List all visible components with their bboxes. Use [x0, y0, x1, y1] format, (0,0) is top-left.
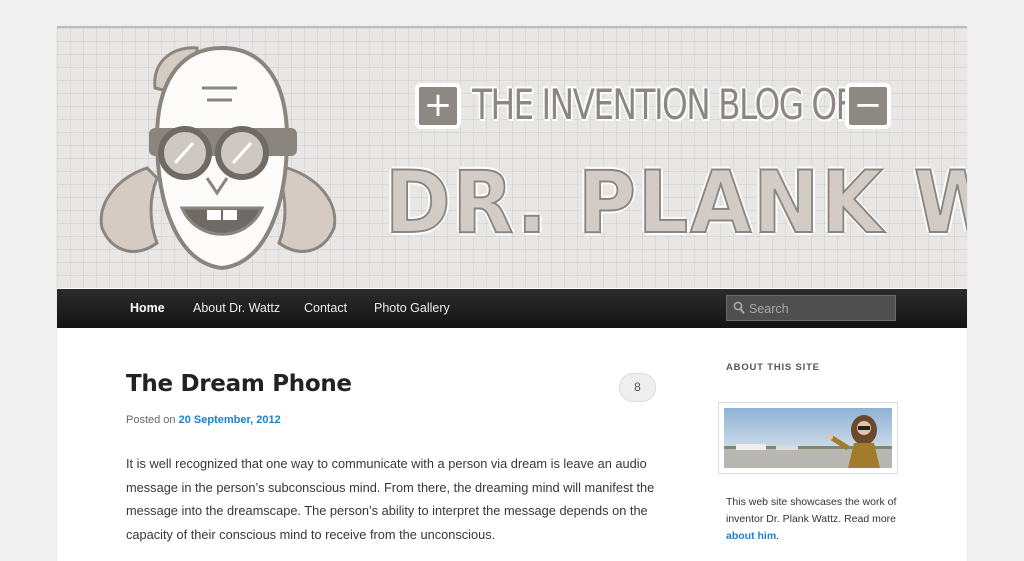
- nav-item-contact[interactable]: Contact: [304, 289, 347, 328]
- nav-item-home[interactable]: Home: [130, 289, 165, 328]
- post-title[interactable]: The Dream Phone: [126, 371, 352, 397]
- comment-count-bubble[interactable]: 8: [619, 373, 656, 402]
- widget-title: ABOUT THIS SITE: [726, 362, 820, 373]
- comment-count: 8: [634, 380, 641, 394]
- plus-badge: +: [415, 83, 461, 129]
- posted-on-label: Posted on: [126, 414, 176, 426]
- nav-item-photo-gallery[interactable]: Photo Gallery: [374, 289, 450, 328]
- about-text-body: This web site showcases the work of inve…: [726, 496, 897, 525]
- blog-tagline: THE INVENTION BLOG OF: [472, 80, 854, 129]
- nav-item-about[interactable]: About Dr. Wattz: [193, 289, 280, 328]
- search-box[interactable]: [726, 295, 896, 321]
- about-text-period: .: [776, 530, 780, 542]
- main-navigation: Home About Dr. Wattz Contact Photo Galle…: [57, 289, 967, 328]
- post-date-link[interactable]: 20 September, 2012: [179, 414, 281, 426]
- header-banner[interactable]: + THE INVENTION BLOG OF − DR. PLANK WATT…: [57, 28, 967, 288]
- inventor-photo: [724, 408, 892, 468]
- post-meta: Posted on 20 September, 2012: [126, 414, 281, 426]
- search-icon: [733, 301, 745, 315]
- page: + THE INVENTION BLOG OF − DR. PLANK WATT…: [57, 26, 967, 561]
- about-text: This web site showcases the work of inve…: [726, 494, 901, 545]
- search-input[interactable]: [747, 298, 896, 320]
- about-photo: [718, 402, 898, 474]
- blog-title: DR. PLANK WATTZ: [384, 152, 967, 254]
- post-body: It is well recognized that one way to co…: [126, 456, 655, 542]
- minus-badge: −: [845, 83, 891, 129]
- about-him-link[interactable]: about him: [726, 530, 776, 542]
